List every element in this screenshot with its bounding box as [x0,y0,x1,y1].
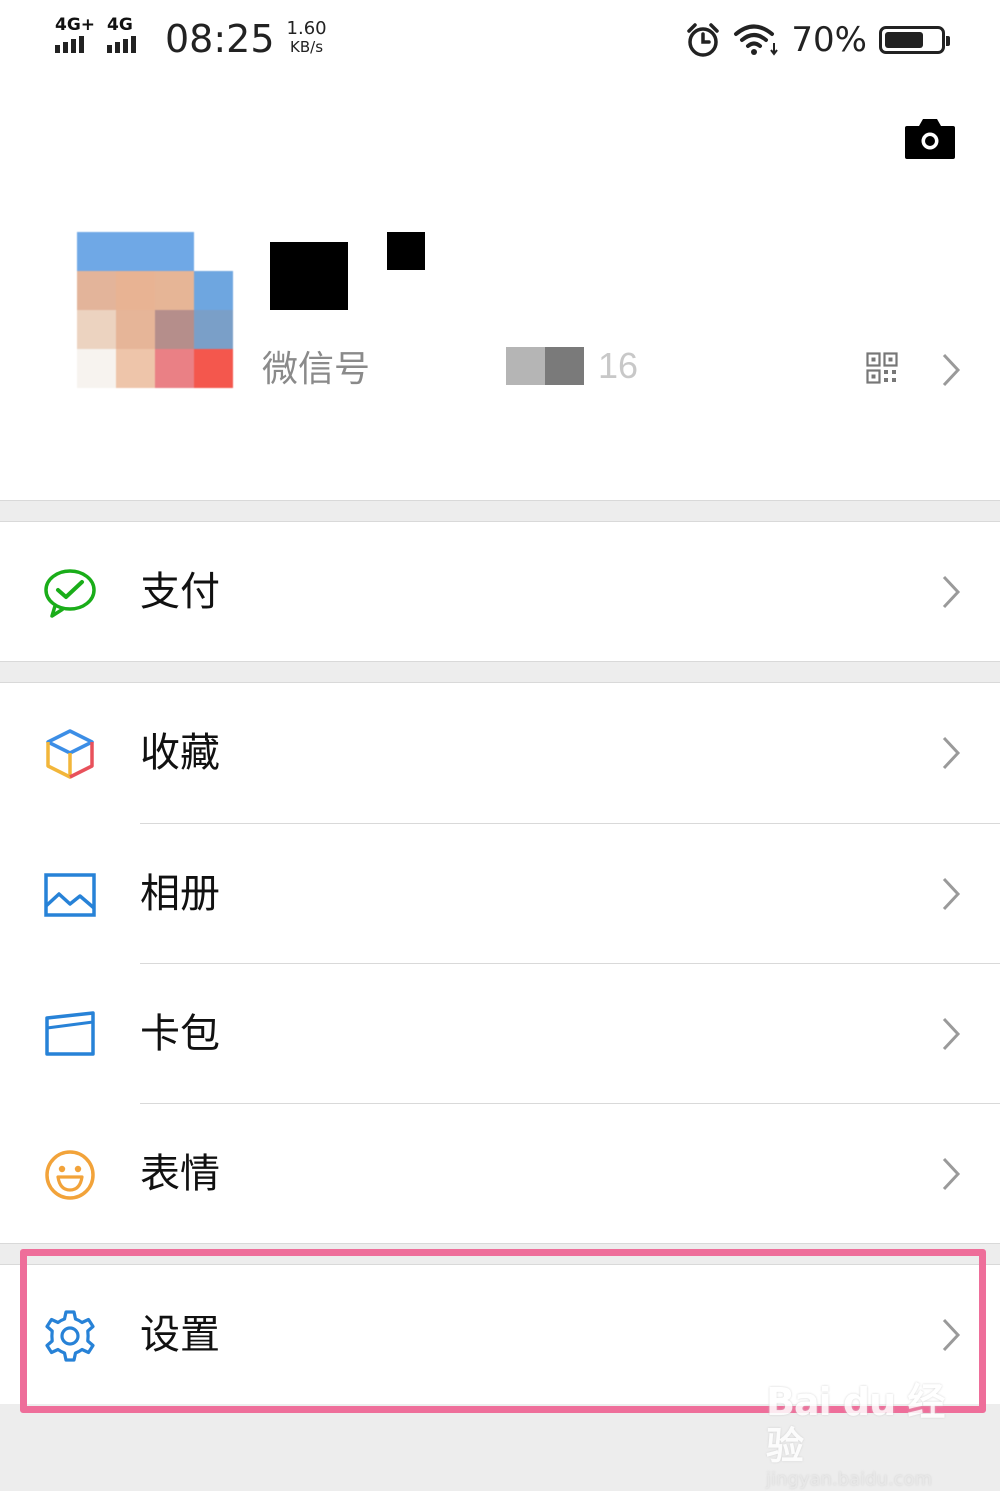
pay-icon [44,569,96,618]
card-wallet-icon [45,1011,95,1056]
status-bar: 4G+ 4G 08:25 1.60 KB/s 70% [0,0,1000,80]
chevron-right-icon [942,1157,961,1191]
favorites-cube-icon [46,729,94,779]
chevron-right-icon [942,736,961,770]
menu-item-album-label: 相册 [140,872,220,916]
chevron-right-icon [942,877,961,911]
sticker-smile-icon [45,1150,95,1200]
sim2-signal-icon: 4G [107,16,151,56]
sim1-signal-icon: 4G+ [55,16,99,56]
section-gap [0,500,1000,522]
menu-item-favorites[interactable]: 收藏 [0,683,1000,823]
nickname-redacted [270,232,470,312]
battery-icon [879,26,950,54]
menu-item-album[interactable]: 相册 [0,824,1000,964]
baidu-jingyan-watermark: Bai du 经验 jingyan.baidu.com [766,1380,956,1490]
wifi-icon [734,24,779,56]
chevron-right-icon [942,575,961,609]
battery-percent: 70% [791,20,867,60]
menu-item-pay[interactable]: 支付 [0,522,1000,662]
wechat-id-row[interactable]: 微信号 16 [262,340,638,392]
camera-icon[interactable] [904,116,956,160]
album-icon [44,873,96,917]
network-speed: 1.60 KB/s [286,18,327,57]
watermark-brand: Bai du 经验 [766,1380,945,1468]
wechat-id-label: 微信号 [262,348,371,389]
chevron-right-icon[interactable] [940,352,962,388]
wechat-id-redacted [506,347,585,385]
sim1-network-type: 4G+ [55,15,96,35]
wechat-id-suffix: 16 [598,345,639,386]
avatar[interactable] [77,232,233,388]
menu-item-cards[interactable]: 卡包 [0,964,1000,1104]
section-gap [0,661,1000,683]
watermark-url: jingyan.baidu.com [766,1469,933,1490]
speed-value: 1.60 [286,18,327,39]
chevron-right-icon [942,1017,961,1051]
menu-item-favorites-label: 收藏 [140,731,220,775]
menu-item-pay-label: 支付 [140,570,220,614]
speed-unit: KB/s [290,38,324,56]
menu-item-cards-label: 卡包 [140,1012,220,1056]
alarm-icon [687,23,720,57]
menu-item-stickers[interactable]: 表情 [0,1104,1000,1244]
qr-code-icon[interactable] [866,352,898,384]
menu-item-stickers-label: 表情 [140,1152,220,1196]
sim2-network-type: 4G [107,15,133,35]
clock: 08:25 [165,17,275,61]
